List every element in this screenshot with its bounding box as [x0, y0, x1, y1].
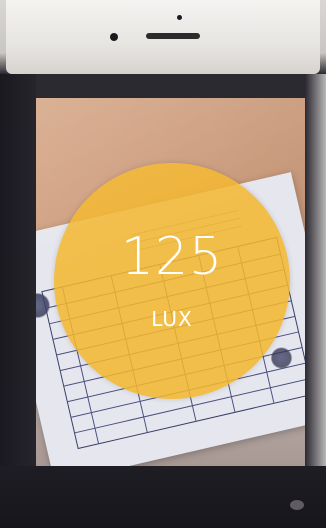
phone-bottom-bezel: [0, 466, 326, 528]
phone-left-edge: [0, 74, 36, 528]
lux-value: 125: [120, 227, 224, 287]
phone-top-bezel: [6, 0, 320, 74]
reflection-glint: [290, 500, 304, 510]
earpiece-speaker-icon: [146, 33, 200, 39]
lux-unit-label: LUX: [151, 307, 193, 331]
photo-scene: 125 LUX: [0, 0, 326, 528]
lux-reading-circle[interactable]: 125 LUX: [54, 163, 290, 399]
proximity-sensor-icon: [177, 15, 182, 20]
camera-lens-icon: [110, 33, 118, 41]
phone-right-edge: [305, 74, 326, 528]
